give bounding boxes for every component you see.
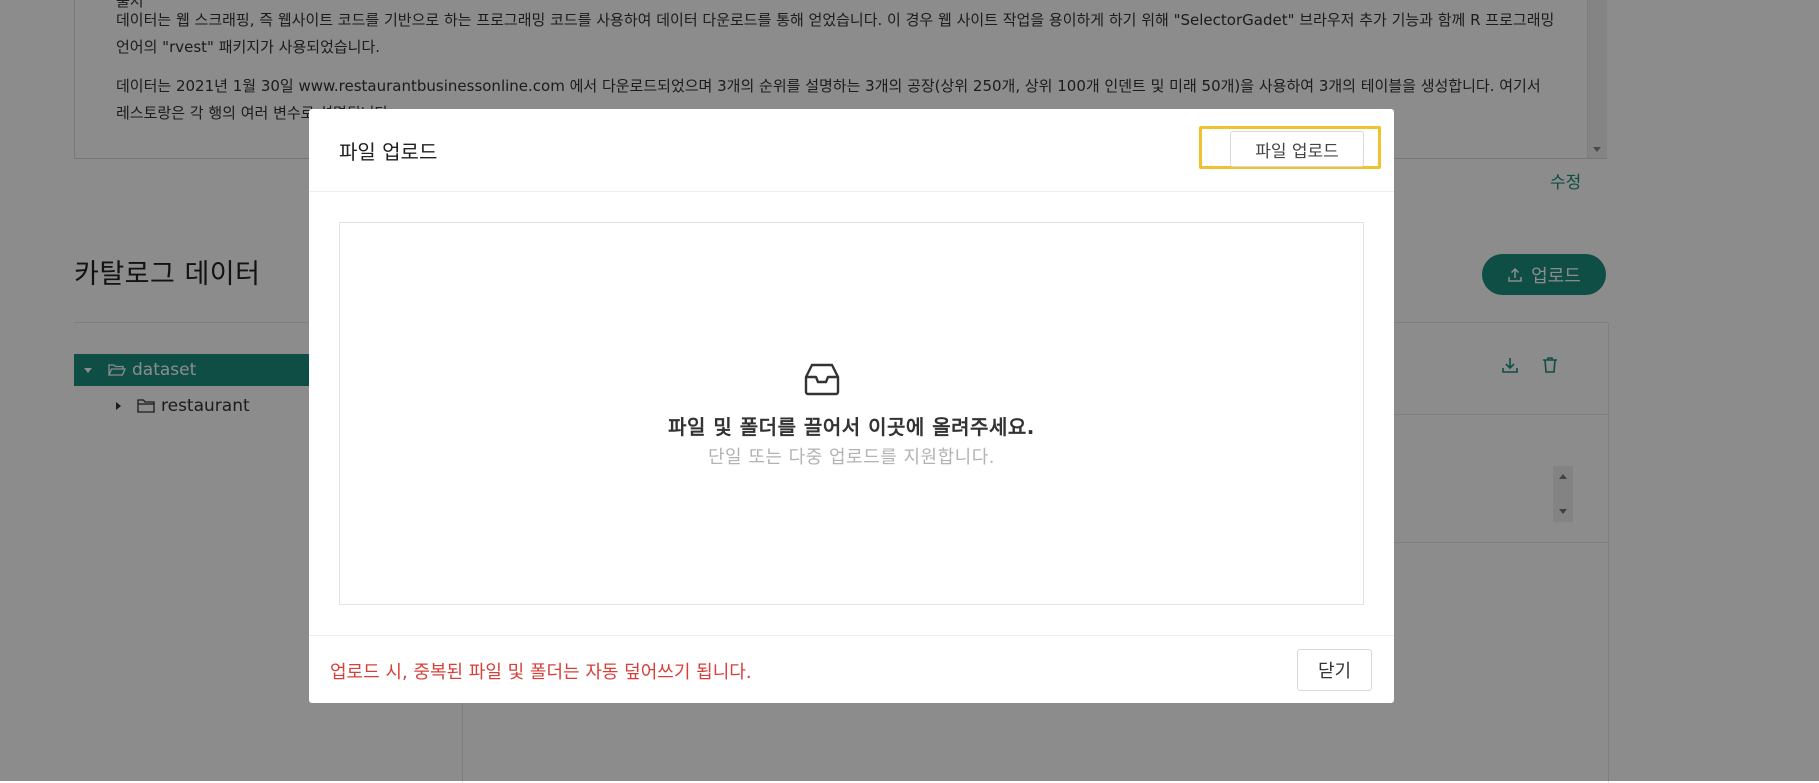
modal-title: 파일 업로드 — [339, 140, 438, 164]
close-button[interactable]: 닫기 — [1297, 649, 1372, 691]
modal-header: 파일 업로드 파일 업로드 — [309, 109, 1394, 192]
dropzone-sub-text: 단일 또는 다중 업로드를 지원합니다. — [707, 447, 995, 468]
overwrite-warning: 업로드 시, 중복된 파일 및 폴더는 자동 덮어쓰기 됩니다. — [330, 662, 752, 683]
file-upload-button[interactable]: 파일 업로드 — [1230, 131, 1364, 167]
dropzone-main-text: 파일 및 폴더를 끌어서 이곳에 올려주세요. — [668, 415, 1035, 439]
upload-modal: 파일 업로드 파일 업로드 파일 및 폴더를 끌어서 이곳에 올려주세요. 단일… — [309, 109, 1394, 703]
modal-footer: 업로드 시, 중복된 파일 및 폴더는 자동 덮어쓰기 됩니다. 닫기 — [309, 635, 1394, 704]
inbox-icon — [804, 363, 840, 396]
